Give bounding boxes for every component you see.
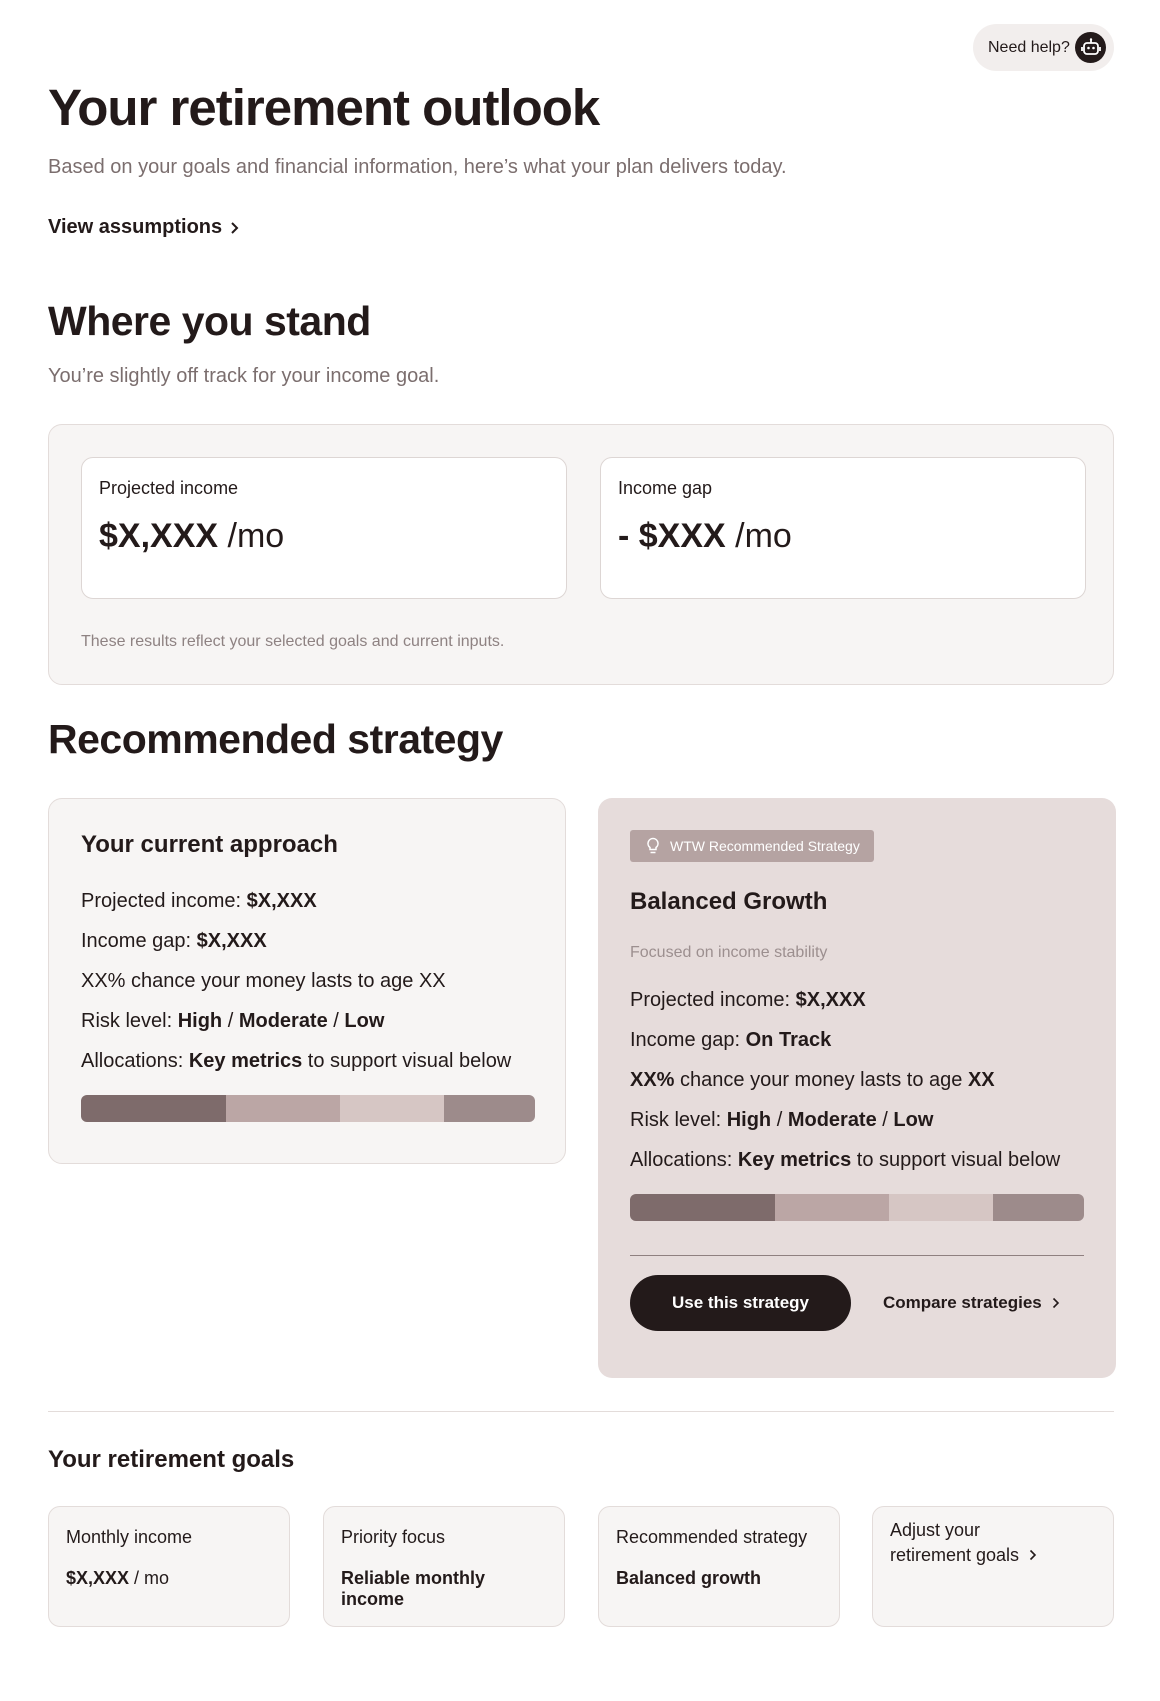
goal-monthly-income-label: Monthly income — [66, 1527, 193, 1547]
goal-monthly-income-card: Monthly income $X,XXX / mo — [48, 1506, 290, 1627]
where-you-stand-subtitle: You’re slightly off track for your incom… — [48, 365, 440, 387]
allocation-segment — [444, 1095, 535, 1122]
need-help-label: Need help? — [988, 38, 1070, 56]
strategy-projected-income: Projected income: $X,XXX — [630, 989, 866, 1011]
need-help-button[interactable]: Need help? — [973, 24, 1114, 71]
allocation-segment — [775, 1194, 889, 1221]
strategy-chance: XX% chance your money lasts to age XX — [630, 1069, 995, 1091]
recommended-badge: WTW Recommended Strategy — [630, 830, 874, 862]
strategy-income-gap: Income gap: On Track — [630, 1029, 832, 1051]
current-risk-level: Risk level: High / Moderate / Low — [81, 1010, 385, 1032]
strategy-risk-level: Risk level: High / Moderate / Low — [630, 1109, 934, 1131]
allocation-segment — [81, 1095, 227, 1122]
allocation-segment — [339, 1095, 445, 1122]
results-note: These results reflect your selected goal… — [81, 633, 505, 650]
robot-icon — [1075, 32, 1106, 63]
recommended-strategy-title: Recommended strategy — [48, 716, 503, 762]
adjust-goals-link[interactable]: Adjust your retirement goals — [890, 1518, 1060, 1568]
goals-divider — [48, 1411, 1114, 1412]
current-approach-title: Your current approach — [81, 831, 338, 858]
lightbulb-icon — [647, 837, 659, 854]
goal-monthly-income-value: $X,XXX / mo — [66, 1568, 170, 1588]
projected-income-value: $X,XXX /mo — [99, 517, 285, 555]
goal-recommended-strategy-card: Recommended strategy Balanced growth — [598, 1506, 840, 1627]
chevron-right-icon — [1052, 1297, 1059, 1309]
where-you-stand-panel: Projected income $X,XXX /mo Income gap -… — [48, 424, 1114, 685]
allocation-segment — [226, 1095, 340, 1122]
income-gap-value: - $XXX /mo — [618, 517, 792, 555]
goal-recommended-strategy-value: Balanced growth — [616, 1568, 762, 1588]
income-gap-label: Income gap — [618, 478, 713, 498]
goal-priority-focus-card: Priority focus Reliable monthly income — [323, 1506, 565, 1627]
compare-strategies-link[interactable]: Compare strategies — [883, 1293, 1060, 1313]
projected-income-label: Projected income — [99, 478, 239, 498]
projected-income-card: Projected income $X,XXX /mo — [81, 457, 567, 599]
current-allocation-bar — [81, 1095, 535, 1122]
allocation-segment — [630, 1194, 776, 1221]
strategy-allocation-bar — [630, 1194, 1084, 1221]
income-gap-card: Income gap - $XXX /mo — [600, 457, 1086, 599]
recommended-badge-label: WTW Recommended Strategy — [670, 838, 860, 854]
current-projected-income: Projected income: $X,XXX — [81, 890, 317, 912]
strategy-actions: Use this strategy Compare strategies — [630, 1275, 1084, 1331]
strategy-divider — [630, 1255, 1084, 1256]
adjust-goals-card[interactable]: Adjust your retirement goals — [872, 1506, 1114, 1627]
current-approach-card: Your current approach Projected income: … — [48, 798, 566, 1164]
page-title: Your retirement outlook — [48, 79, 600, 136]
current-allocations: Allocations: Key metrics to support visu… — [81, 1050, 512, 1072]
where-you-stand-title: Where you stand — [48, 298, 371, 344]
strategy-focus: Focused on income stability — [630, 944, 828, 961]
allocation-segment — [993, 1194, 1084, 1221]
page-subtitle: Based on your goals and financial inform… — [48, 156, 787, 178]
retirement-goals-title: Your retirement goals — [48, 1446, 295, 1473]
goal-priority-focus-label: Priority focus — [341, 1527, 446, 1547]
strategy-title: Balanced Growth — [630, 888, 828, 915]
view-assumptions-link[interactable]: View assumptions — [48, 216, 240, 239]
view-assumptions-label: View assumptions — [48, 216, 223, 238]
chevron-right-icon — [231, 221, 239, 234]
goal-recommended-strategy-label: Recommended strategy — [616, 1527, 808, 1547]
compare-strategies-label: Compare strategies — [883, 1293, 1042, 1312]
recommended-strategy-card: WTW Recommended Strategy Balanced Growth… — [598, 798, 1116, 1378]
strategy-allocations: Allocations: Key metrics to support visu… — [630, 1149, 1061, 1171]
chevron-right-icon — [1030, 1549, 1037, 1561]
goal-priority-focus-value: Reliable monthly income — [341, 1568, 486, 1609]
use-this-strategy-button[interactable]: Use this strategy — [630, 1275, 851, 1331]
allocation-segment — [888, 1194, 994, 1221]
current-chance: XX% chance your money lasts to age XX — [81, 970, 446, 992]
current-income-gap: Income gap: $X,XXX — [81, 930, 267, 952]
